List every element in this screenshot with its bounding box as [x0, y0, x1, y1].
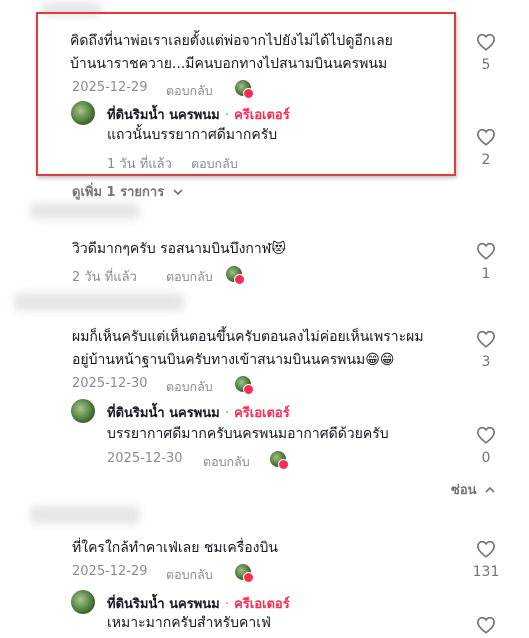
like-button[interactable]	[471, 616, 501, 638]
reply-text: เหมาะมากครับสำหรับคาเฟ่	[107, 615, 271, 631]
reply-button[interactable]: ตอบกลับ	[166, 565, 213, 585]
comment-text: อยู่บ้านหน้าฐานบินครับทางเข้าสนามบินนครพ…	[72, 352, 395, 368]
like-button[interactable]: 0	[471, 426, 501, 466]
avatar	[71, 590, 95, 614]
heart-icon	[476, 128, 496, 146]
like-count: 131	[472, 564, 500, 580]
comment-text: วิวดีมากๆครับ รอสนามบินบึงกาฬ😻	[72, 241, 286, 257]
like-button[interactable]: 1	[471, 242, 501, 282]
blurred-username	[30, 203, 140, 219]
creator-badge: ครีเอเตอร์	[234, 597, 290, 612]
comment-date: 2 วัน ที่แล้ว	[72, 270, 137, 285]
heart-icon	[476, 616, 496, 634]
heart-icon	[476, 540, 496, 558]
reply-author[interactable]: ที่ดินริมน้ำ นครพนม	[107, 406, 220, 421]
like-button[interactable]: 2	[471, 128, 501, 168]
heart-icon	[476, 242, 496, 260]
creator-liked-avatar	[235, 376, 254, 395]
blurred-username	[30, 506, 140, 524]
reply-button[interactable]: ตอบกลับ	[166, 377, 213, 397]
reply-button[interactable]: ตอบกลับ	[166, 267, 213, 287]
separator: ·	[224, 406, 229, 421]
reply-text: บรรยากาศดีมากครับนครพนมอากาศดีด้วยครับ	[107, 426, 389, 442]
chevron-up-icon	[485, 486, 495, 493]
comment-date: 2025-12-30	[72, 376, 148, 391]
highlight-box	[36, 12, 456, 176]
avatar	[71, 399, 95, 423]
like-count: 3	[481, 354, 491, 370]
comment-date: 2025-12-29	[72, 564, 148, 579]
like-button[interactable]: 131	[471, 540, 501, 580]
reply-author[interactable]: ที่ดินริมน้ำ นครพนม	[107, 597, 220, 612]
creator-liked-avatar	[270, 451, 289, 470]
reply-date: 2025-12-30	[107, 451, 183, 466]
heart-icon	[476, 330, 496, 348]
comment-text: ผมก็เห็นครับแต่เห็นตอนขึ้นครับตอนลงไม่ค่…	[72, 329, 424, 345]
separator: ·	[224, 597, 229, 612]
creator-liked-avatar	[226, 266, 245, 285]
like-count: 1	[481, 266, 491, 282]
like-button[interactable]: 3	[471, 330, 501, 370]
comment-text: ที่ใครใกล้ทำคาเฟ่เลย ชมเครื่องบิน	[72, 540, 278, 556]
creator-badge: ครีเอเตอร์	[234, 406, 290, 421]
like-count: 2	[481, 152, 491, 168]
view-more-replies[interactable]: ดูเพิ่ม 1 รายการ	[72, 181, 183, 202]
like-count: 0	[481, 450, 491, 466]
like-button[interactable]: 5	[471, 33, 501, 73]
creator-liked-avatar	[235, 564, 254, 583]
heart-icon	[476, 426, 496, 444]
reply-button[interactable]: ตอบกลับ	[203, 452, 250, 472]
hide-replies-button[interactable]: ซ่อน	[451, 479, 495, 500]
chevron-down-icon	[173, 189, 183, 196]
like-count: 5	[481, 57, 491, 73]
heart-icon	[476, 33, 496, 51]
blurred-username	[14, 293, 184, 311]
